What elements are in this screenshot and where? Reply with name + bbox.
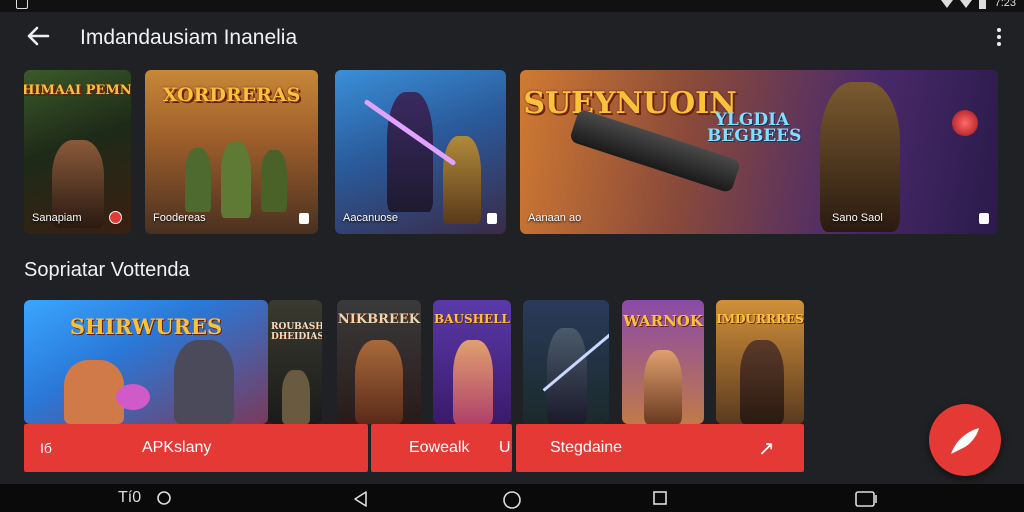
- stegdaine-label: Stegdaine: [550, 439, 623, 456]
- top-app-bar: Imdandausiam Inanelia: [0, 12, 1024, 64]
- game-tile[interactable]: BAUSHELL: [433, 300, 511, 424]
- back-arrow-icon[interactable]: [24, 22, 52, 50]
- app-badge-icon: [299, 213, 309, 224]
- game-art-title: IMDURRRES: [716, 312, 804, 326]
- page-title: Imdandausiam Inanelia: [80, 26, 298, 49]
- back-triangle-icon[interactable]: [352, 490, 370, 508]
- status-icons: [941, 0, 986, 9]
- eowealk-suffix: U: [499, 439, 511, 456]
- app-badge-icon: [109, 211, 122, 224]
- game-art: XORDRERAS: [145, 70, 318, 234]
- game-tile[interactable]: IMDURRRES: [716, 300, 804, 424]
- signal-icon: [960, 0, 972, 8]
- arrow-icon: ↗: [758, 437, 775, 460]
- apk-label: APKslany: [142, 439, 212, 456]
- game-tile[interactable]: NIKBREEK: [337, 300, 421, 424]
- status-bar: 7:23: [0, 0, 1024, 12]
- game-art: [335, 70, 506, 234]
- keyboard-icon[interactable]: [854, 490, 880, 508]
- apk-button[interactable]: Iб APKslany: [24, 424, 368, 472]
- status-time: 7:23: [994, 0, 1016, 9]
- home-icon[interactable]: [502, 490, 522, 510]
- game-art: DSHIMAAI PEMNAN: [24, 70, 131, 234]
- game-art-title: XORDRERAS: [162, 84, 301, 106]
- eowealk-label: Eowealk: [409, 439, 470, 456]
- section-title: Sopriatar Vottenda: [24, 259, 190, 281]
- game-tile[interactable]: ROUBASH DHEIDIAS: [268, 300, 322, 424]
- app-badge-icon: [487, 213, 497, 224]
- featured-card[interactable]: SUEYNUOIN YLGDIA BEGBEES Aanaan ao Sano …: [520, 70, 998, 234]
- battery-icon: [979, 0, 986, 9]
- game-art-title: ROUBASH DHEIDIAS: [271, 322, 322, 342]
- nav-left-text: Tí0: [118, 489, 142, 506]
- circle-icon[interactable]: [156, 490, 172, 506]
- game-tile[interactable]: WARNOK: [622, 300, 704, 424]
- featured-card[interactable]: XORDRERAS Foodereas: [145, 70, 318, 234]
- floating-action-button[interactable]: [929, 404, 1001, 476]
- game-art-title: NIKBREEK: [337, 312, 421, 327]
- game-tile[interactable]: SHIRWURES: [24, 300, 268, 424]
- game-art-title: SUEYNUOIN: [523, 86, 737, 121]
- game-art-title: DSHIMAAI PEMNAN: [24, 83, 131, 98]
- featured-card[interactable]: DSHIMAAI PEMNAN Sanapiam: [24, 70, 131, 234]
- system-nav-bar: Tí0: [0, 484, 1024, 512]
- apk-icon: Iб: [40, 440, 52, 456]
- game-tile[interactable]: [523, 300, 609, 424]
- game-art-title: BAUSHELL: [434, 312, 510, 326]
- card-caption: Foodereas: [153, 212, 206, 224]
- game-art-title: WARNOK: [623, 312, 703, 330]
- card-caption: Aacanuose: [343, 212, 399, 224]
- game-art: SUEYNUOIN YLGDIA BEGBEES: [520, 70, 998, 234]
- card-caption: Aanaan ao: [528, 212, 582, 224]
- more-options-icon[interactable]: [996, 28, 1002, 46]
- app-badge-icon: [979, 213, 989, 224]
- wifi-icon: [941, 0, 953, 8]
- brush-icon: [951, 428, 979, 454]
- card-caption-secondary: Sano Saol: [832, 212, 883, 224]
- card-caption: Sanapiam: [32, 212, 82, 224]
- notification-icon: [16, 0, 28, 9]
- stegdaine-button[interactable]: Stegdaine ↗: [516, 424, 804, 472]
- recents-icon[interactable]: [652, 490, 668, 506]
- game-art-title: SHIRWURES: [69, 314, 223, 339]
- game-art-subtitle: YLGDIA BEGBEES: [707, 110, 802, 146]
- eowealk-button[interactable]: Eowealk U: [371, 424, 512, 472]
- featured-card[interactable]: Aacanuose: [335, 70, 506, 234]
